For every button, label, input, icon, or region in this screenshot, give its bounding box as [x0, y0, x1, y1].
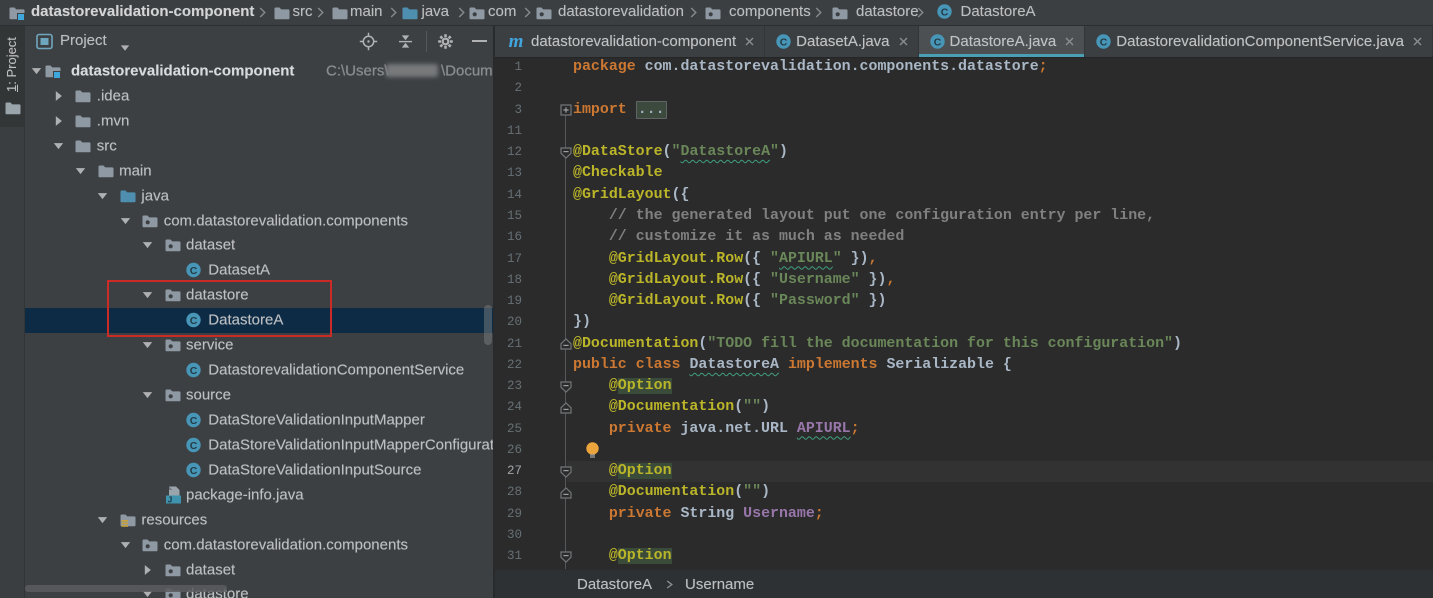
svg-text:m: m [509, 33, 524, 50]
svg-text:C: C [190, 265, 198, 277]
svg-text:C: C [780, 36, 788, 48]
svg-text:J: J [167, 495, 171, 504]
svg-text:C: C [933, 36, 941, 48]
svg-text:C: C [190, 365, 198, 377]
svg-text:C: C [190, 440, 198, 452]
svg-text:C: C [190, 465, 198, 477]
svg-text:C: C [190, 415, 198, 427]
svg-text:C: C [1100, 36, 1108, 48]
svg-text:C: C [941, 6, 949, 18]
